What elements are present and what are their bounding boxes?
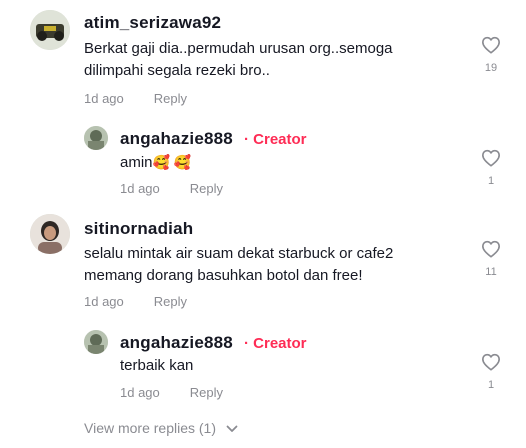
view-more-replies-button[interactable]: View more replies (1): [84, 420, 238, 436]
reply-meta: 1d ago Reply: [120, 385, 223, 400]
badge-separator: ·: [244, 335, 249, 352]
reply-text-content: amin: [120, 154, 153, 171]
like-button[interactable]: [479, 36, 503, 54]
reply-item: angahazie888 · Creator terbaik kan 1d ag…: [0, 324, 526, 410]
heart-outline-icon: [482, 149, 500, 167]
comment-item: atim_serizawa92 Berkat gaji dia..permuda…: [0, 0, 526, 120]
comment-meta: 1d ago Reply: [84, 294, 187, 309]
comment-text: Berkat gaji dia..permudah urusan org..se…: [84, 38, 393, 82]
comment-text-line: selalu mintak air suam dekat starbuck or…: [84, 245, 394, 262]
smiling-hearts-emoji: 🥰 🥰: [152, 154, 192, 170]
reply-text: terbaik kan: [120, 357, 194, 374]
avatar[interactable]: [84, 330, 108, 354]
view-more-label: View more replies (1): [84, 420, 217, 436]
badge-separator: ·: [244, 131, 249, 148]
comment-time: 1d ago: [84, 294, 124, 309]
avatar[interactable]: [30, 10, 70, 50]
reply-item: angahazie888 · Creator amin🥰 🥰 1d ago Rep…: [0, 120, 526, 206]
reply-username[interactable]: angahazie888: [120, 333, 233, 353]
avatar[interactable]: [84, 126, 108, 150]
heart-outline-icon: [482, 36, 500, 54]
reply-button[interactable]: Reply: [190, 181, 223, 196]
reply-meta: 1d ago Reply: [120, 181, 223, 196]
reply-username[interactable]: angahazie888: [120, 129, 233, 149]
creator-label: Creator: [253, 335, 307, 352]
like-button[interactable]: [479, 240, 503, 258]
creator-badge: · Creator: [244, 335, 307, 352]
reply-text: amin🥰 🥰: [120, 151, 191, 174]
comment-text: selalu mintak air suam dekat starbuck or…: [84, 243, 393, 287]
reply-button[interactable]: Reply: [154, 91, 187, 106]
comment-text-line: Berkat gaji dia..permudah urusan org..se…: [84, 40, 393, 57]
comment-text-line: memang dorang basuhkan botol dan free!: [84, 267, 363, 284]
like-count: 1: [487, 379, 495, 391]
like-count: 1: [487, 175, 495, 187]
heart-outline-icon: [482, 353, 500, 371]
reply-button[interactable]: Reply: [154, 294, 187, 309]
creator-label: Creator: [253, 131, 307, 148]
like-count: 11: [485, 266, 497, 278]
avatar[interactable]: [30, 214, 70, 254]
creator-badge: · Creator: [244, 131, 307, 148]
like-button[interactable]: [479, 149, 503, 167]
reply-time: 1d ago: [120, 385, 160, 400]
reply-button[interactable]: Reply: [190, 385, 223, 400]
comment-username[interactable]: atim_serizawa92: [84, 13, 221, 33]
like-count: 19: [484, 62, 498, 74]
comment-username[interactable]: sitinornadiah: [84, 219, 193, 239]
heart-outline-icon: [482, 240, 500, 258]
comment-meta: 1d ago Reply: [84, 91, 187, 106]
like-button[interactable]: [479, 353, 503, 371]
chevron-down-icon: [226, 425, 238, 433]
comment-item: sitinornadiah selalu mintak air suam dek…: [0, 206, 526, 324]
comment-time: 1d ago: [84, 91, 124, 106]
reply-time: 1d ago: [120, 181, 160, 196]
comment-text-line: dilimpahi segala rezeki bro..: [84, 62, 270, 79]
